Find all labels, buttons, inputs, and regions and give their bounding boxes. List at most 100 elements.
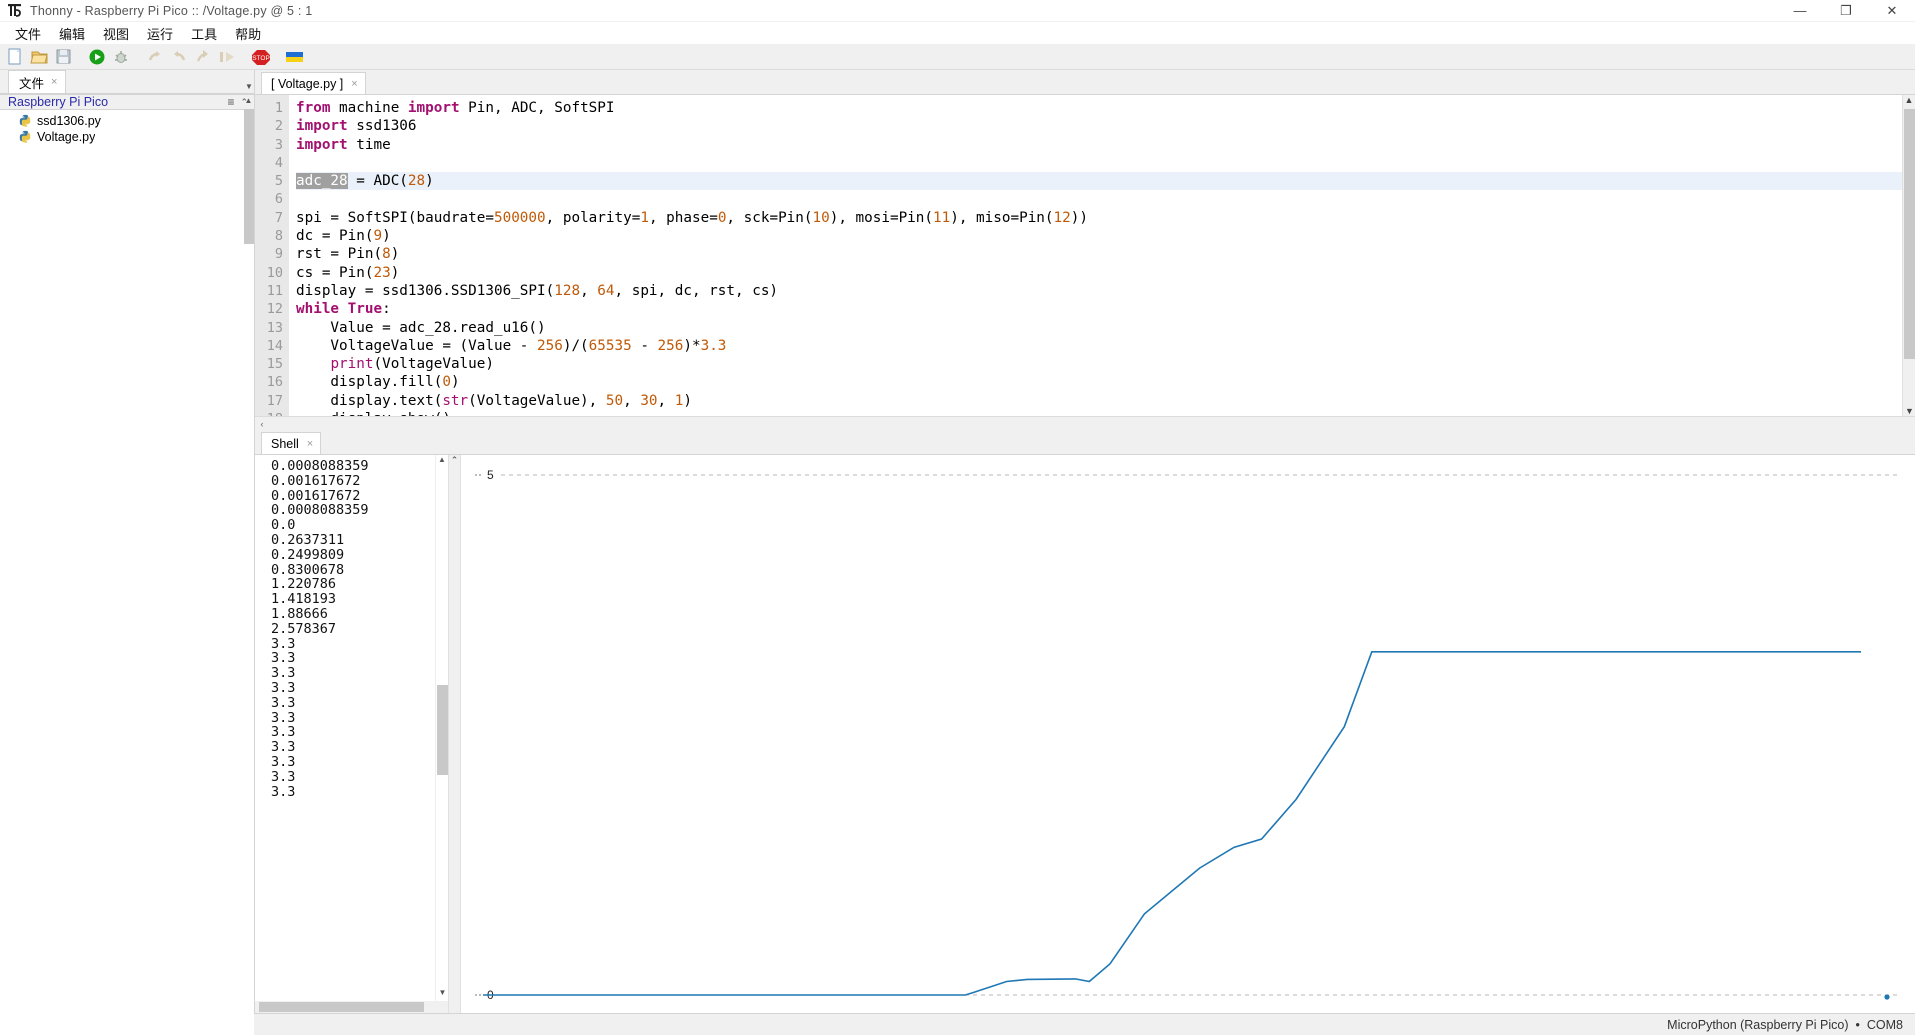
code-token: display = ssd1306.SSD1306_SPI(: [296, 282, 555, 299]
code-line[interactable]: print(VoltageValue): [296, 355, 1902, 373]
scroll-up-icon[interactable]: ⌃: [449, 455, 460, 469]
tab-shell[interactable]: Shell ×: [261, 432, 322, 454]
resume-icon[interactable]: [216, 46, 238, 68]
menu-icon[interactable]: ≡: [227, 95, 234, 109]
code-token: , polarity=: [545, 209, 641, 226]
menu-view[interactable]: 视图: [94, 22, 138, 45]
scroll-down-icon[interactable]: ▼: [1903, 406, 1915, 416]
code-line[interactable]: dc = Pin(9): [296, 227, 1902, 245]
code-line[interactable]: import time: [296, 136, 1902, 154]
step-out-icon[interactable]: [192, 46, 214, 68]
shell-output-line: 3.3: [271, 724, 296, 741]
code-token: 65535: [588, 337, 632, 354]
code-line[interactable]: adc_28 = ADC(28): [296, 172, 1902, 191]
close-icon[interactable]: ×: [51, 76, 57, 88]
code-line[interactable]: [296, 190, 1902, 208]
device-title: Raspberry Pi Pico: [8, 95, 109, 109]
data-series-line: [483, 651, 1861, 996]
close-icon[interactable]: ×: [307, 438, 313, 450]
code-line[interactable]: display.text(str(VoltageValue), 50, 30, …: [296, 392, 1902, 410]
shell-output[interactable]: 0.0008088359 0.001617672 0.001617672 0.0008…: [255, 455, 435, 1001]
editor-hscrollbar[interactable]: ‹: [255, 416, 1915, 430]
code-line[interactable]: VoltageValue = (Value - 256)/(65535 - 25…: [296, 337, 1902, 355]
scroll-up-icon[interactable]: ▲: [1903, 95, 1915, 109]
code-line[interactable]: import ssd1306: [296, 117, 1902, 135]
code-token: ,: [623, 392, 641, 409]
editor-scrollbar[interactable]: ▲ ▼: [1902, 95, 1915, 416]
tab-voltage-py[interactable]: [ Voltage.py ] ×: [261, 72, 366, 94]
close-button[interactable]: ✕: [1869, 0, 1915, 22]
code-token: , sck=Pin(: [726, 209, 813, 226]
step-over-icon[interactable]: [144, 46, 166, 68]
scrollbar-thumb[interactable]: [244, 109, 254, 244]
code-token: 9: [373, 228, 383, 245]
shell-scrollbar[interactable]: ▲ ▼: [435, 455, 448, 1001]
code-area[interactable]: from machine import Pin, ADC, SoftSPI imp…: [289, 95, 1902, 416]
close-icon[interactable]: ×: [351, 78, 357, 90]
scrollbar-thumb[interactable]: [1904, 109, 1915, 359]
line-number-gutter: 12345678910111213141516171819: [255, 95, 289, 445]
port-label[interactable]: COM8: [1867, 1018, 1903, 1032]
code-line[interactable]: [296, 154, 1902, 172]
code-line[interactable]: Value = adc_28.read_u16(): [296, 319, 1902, 337]
scrollbar-thumb[interactable]: [437, 685, 448, 775]
tab-files[interactable]: 文件 ×: [8, 70, 67, 93]
scroll-down-icon[interactable]: ▼: [436, 988, 449, 1001]
menu-help[interactable]: 帮助: [226, 22, 270, 45]
shell-output-line: 0.0: [271, 517, 296, 534]
code-token: 8: [382, 246, 391, 263]
menu-run[interactable]: 运行: [138, 22, 182, 45]
scroll-up-icon[interactable]: ▲: [436, 455, 448, 468]
line-number: 7: [274, 209, 283, 226]
debug-icon[interactable]: [110, 46, 132, 68]
save-file-icon[interactable]: [52, 46, 74, 68]
code-token: 50: [605, 392, 624, 409]
code-token: = ADC(: [347, 173, 408, 190]
new-file-icon[interactable]: [4, 46, 26, 68]
thonny-icon: [6, 3, 24, 19]
scroll-down-icon[interactable]: ▼: [243, 79, 255, 93]
code-line[interactable]: display = ssd1306.SSD1306_SPI(128, 64, s…: [296, 282, 1902, 300]
code-token: 128: [554, 282, 581, 299]
code-token: 12: [1053, 209, 1071, 226]
plotter-icon[interactable]: [284, 46, 306, 68]
run-icon[interactable]: [86, 46, 108, 68]
minimize-button[interactable]: —: [1777, 0, 1823, 22]
plotter-scrollbar[interactable]: ⌃: [448, 455, 461, 1013]
shell-output-line: 1.88666: [271, 605, 328, 622]
line-number: 3: [274, 136, 283, 153]
code-token: display.text(: [296, 392, 443, 409]
code-line[interactable]: display.show(): [296, 410, 1902, 416]
code-line[interactable]: while True:: [296, 300, 1902, 318]
plotter-canvas[interactable]: 50: [461, 455, 1915, 1013]
menu-tools[interactable]: 工具: [182, 22, 226, 45]
device-file-item[interactable]: Voltage.py: [0, 129, 254, 145]
device-file-item[interactable]: ssd1306.py: [0, 113, 254, 129]
code-token: )/(: [562, 337, 589, 354]
maximize-button[interactable]: ❐: [1823, 0, 1869, 22]
code-token: spi = SoftSPI(baudrate=: [296, 209, 494, 226]
code-line[interactable]: display.fill(0): [296, 373, 1902, 391]
shell-hscrollbar[interactable]: [255, 1001, 448, 1013]
selected-token: adc_28: [296, 173, 348, 190]
code-line[interactable]: spi = SoftSPI(baudrate=500000, polarity=…: [296, 209, 1902, 227]
code-token: 10: [812, 209, 830, 226]
device-file-list[interactable]: ssd1306.py Voltage.py: [0, 109, 254, 1035]
code-line[interactable]: cs = Pin(23): [296, 264, 1902, 282]
open-file-icon[interactable]: [28, 46, 50, 68]
stop-icon[interactable]: STOP: [250, 46, 272, 68]
code-line[interactable]: from machine import Pin, ADC, SoftSPI: [296, 99, 1902, 117]
code-token: 256: [657, 337, 684, 354]
code-line[interactable]: rst = Pin(8): [296, 245, 1902, 263]
interpreter-label[interactable]: MicroPython (Raspberry Pi Pico): [1667, 1018, 1848, 1032]
menu-edit[interactable]: 编辑: [50, 22, 94, 45]
line-number: 13: [266, 319, 283, 336]
step-into-icon[interactable]: [168, 46, 190, 68]
code-token: )*: [683, 337, 701, 354]
scroll-left-icon[interactable]: ‹: [255, 419, 269, 429]
tab-shell-label: Shell: [271, 436, 299, 451]
menu-file[interactable]: 文件: [6, 22, 50, 45]
scroll-up-icon[interactable]: ▲: [243, 93, 254, 107]
scrollbar-thumb[interactable]: [259, 1002, 424, 1012]
